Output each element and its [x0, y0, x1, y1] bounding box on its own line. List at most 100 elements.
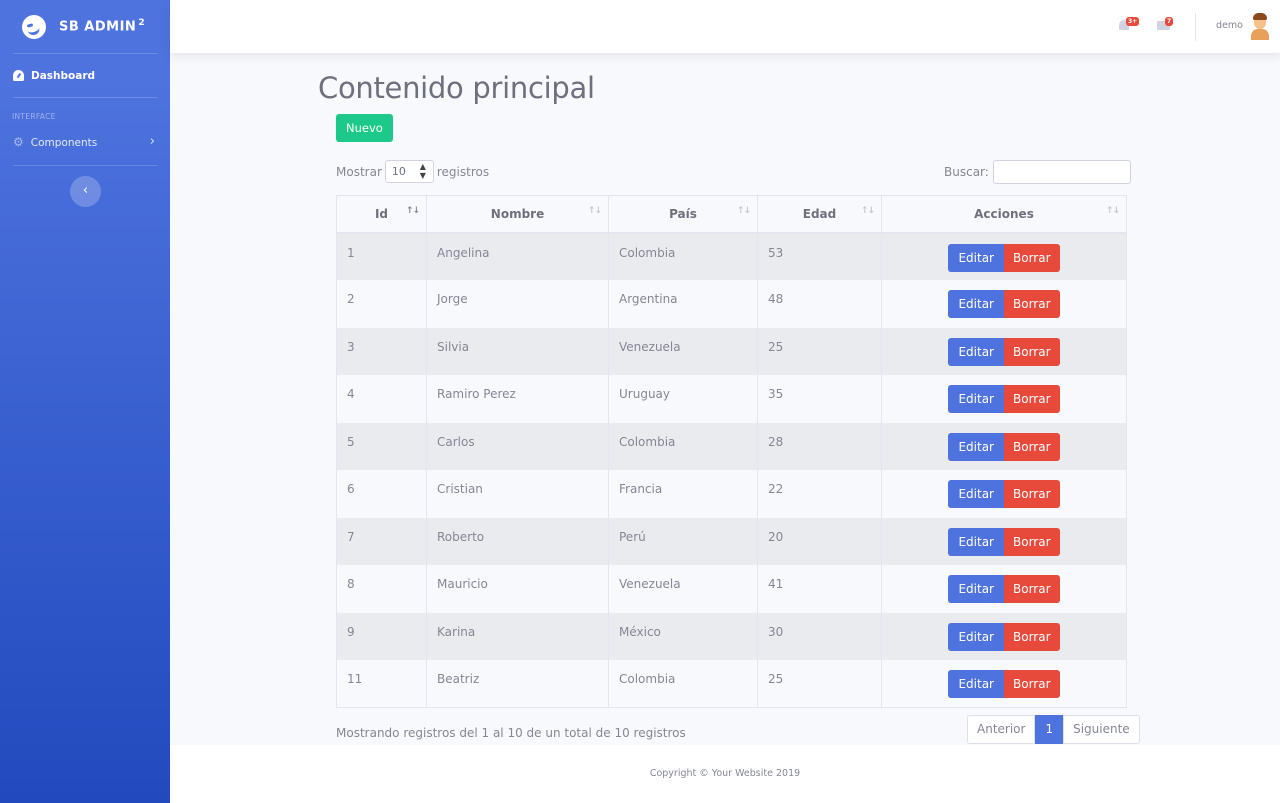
delete-button[interactable]: Borrar: [1004, 480, 1060, 508]
table-row: 5 Carlos Colombia 28 Editar Borrar: [336, 422, 1127, 470]
avatar[interactable]: [1250, 13, 1270, 40]
length-prefix: Mostrar: [336, 164, 382, 179]
table-row: 4 Ramiro Perez Uruguay 35 Editar Borrar: [336, 375, 1127, 423]
sidebar-item-dashboard[interactable]: Dashboard: [0, 54, 170, 97]
table-row: 8 Mauricio Venezuela 41 Editar Borrar: [336, 565, 1127, 613]
sort-icon: ↑↓: [860, 206, 875, 216]
delete-button[interactable]: Borrar: [1004, 622, 1060, 651]
action-buttons: Editar Borrar: [948, 670, 1060, 698]
length-suffix: registros: [436, 164, 490, 179]
cell-nombre: Jorge: [426, 280, 609, 328]
page-title: Contenido principal: [318, 71, 595, 105]
table-row: 1 Angelina Colombia 53 Editar Borrar: [336, 232, 1127, 280]
column-header-nombre[interactable]: Nombre ↑↓: [426, 195, 609, 234]
cell-actions: Editar Borrar: [881, 565, 1127, 613]
cell-edad: 30: [757, 612, 882, 660]
sidebar-brand[interactable]: SB ADMIN 2: [0, 0, 170, 53]
tachometer-icon: [13, 70, 24, 81]
edit-button[interactable]: Editar: [948, 622, 1004, 651]
cell-id: 6: [336, 470, 427, 518]
cell-nombre: Silvia: [426, 327, 609, 375]
messages-dropdown[interactable]: 7: [1157, 17, 1174, 32]
edit-button[interactable]: Editar: [948, 337, 1004, 366]
column-header-edad[interactable]: Edad ↑↓: [757, 195, 882, 234]
cell-edad: 35: [757, 375, 882, 423]
delete-button[interactable]: Borrar: [1004, 432, 1060, 461]
sidebar-heading: INTERFACE: [12, 112, 56, 121]
delete-button[interactable]: Borrar: [1004, 290, 1060, 318]
cell-actions: Editar Borrar: [881, 327, 1127, 375]
edit-button[interactable]: Editar: [948, 480, 1004, 508]
sidebar-toggle-button[interactable]: ‹: [70, 176, 101, 207]
copyright-text: Copyright © Your Website 2019: [649, 768, 801, 779]
brand-sup: 2: [138, 18, 146, 29]
sidebar-item-components[interactable]: ⚙ Components ›: [0, 120, 170, 165]
pagination-next[interactable]: Siguiente: [1063, 715, 1140, 744]
cell-actions: Editar Borrar: [881, 375, 1127, 423]
edit-button[interactable]: Editar: [948, 385, 1004, 413]
laugh-wink-icon: [22, 14, 46, 39]
cell-nombre: Roberto: [426, 517, 609, 565]
topbar: 3+ 7 demo: [170, 0, 1280, 53]
delete-button[interactable]: Borrar: [1004, 385, 1060, 413]
search-input[interactable]: [992, 160, 1131, 184]
delete-button[interactable]: Borrar: [1004, 527, 1060, 556]
column-header-pais[interactable]: País ↑↓: [608, 195, 758, 234]
action-buttons: Editar Borrar: [948, 385, 1060, 413]
search-label: Buscar:: [944, 165, 989, 179]
column-header-id[interactable]: Id ↑↓: [336, 195, 427, 234]
cell-nombre: Ramiro Perez: [426, 375, 609, 423]
table-row: 6 Cristian Francia 22 Editar Borrar: [336, 470, 1127, 518]
edit-button[interactable]: Editar: [948, 527, 1004, 556]
cell-actions: Editar Borrar: [881, 470, 1127, 518]
delete-button[interactable]: Borrar: [1004, 670, 1060, 698]
footer: Copyright © Your Website 2019: [170, 745, 1280, 803]
cell-pais: Colombia: [608, 660, 758, 708]
cell-id: 9: [336, 612, 427, 660]
user-name[interactable]: demo: [1216, 20, 1243, 31]
cell-pais: Perú: [608, 517, 758, 565]
action-buttons: Editar Borrar: [948, 290, 1060, 318]
cell-edad: 48: [757, 280, 882, 328]
sort-icon: ↑↓: [1105, 206, 1120, 216]
alerts-dropdown[interactable]: 3+: [1118, 17, 1140, 32]
new-button[interactable]: Nuevo: [336, 114, 393, 142]
cell-id: 7: [336, 517, 427, 565]
cell-id: 2: [336, 280, 427, 328]
cell-edad: 41: [757, 565, 882, 613]
topbar-divider: [1195, 13, 1196, 41]
cell-id: 8: [336, 565, 427, 613]
delete-button[interactable]: Borrar: [1004, 337, 1060, 366]
table-row: 3 Silvia Venezuela 25 Editar Borrar: [336, 327, 1127, 375]
action-buttons: Editar Borrar: [948, 622, 1060, 651]
sort-icon: ↑↓: [405, 206, 420, 216]
sort-icon: ↑↓: [736, 206, 751, 216]
messages-badge: 7: [1165, 17, 1174, 26]
pagination-previous[interactable]: Anterior: [967, 715, 1036, 744]
cell-nombre: Angelina: [426, 232, 609, 280]
table-row: 11 Beatriz Colombia 25 Editar Borrar: [336, 660, 1127, 708]
cell-pais: México: [608, 612, 758, 660]
edit-button[interactable]: Editar: [948, 243, 1004, 272]
edit-button[interactable]: Editar: [948, 670, 1004, 698]
pagination-page-1[interactable]: 1: [1035, 715, 1064, 744]
table-row: 2 Jorge Argentina 48 Editar Borrar: [336, 280, 1127, 328]
delete-button[interactable]: Borrar: [1004, 243, 1060, 272]
cell-id: 4: [336, 375, 427, 423]
cell-id: 3: [336, 327, 427, 375]
sidebar: SB ADMIN 2 Dashboard INTERFACE ⚙ Componen…: [0, 0, 170, 803]
cell-actions: Editar Borrar: [881, 422, 1127, 470]
table-row: 7 Roberto Perú 20 Editar Borrar: [336, 517, 1127, 565]
cell-actions: Editar Borrar: [881, 517, 1127, 565]
cell-edad: 22: [757, 470, 882, 518]
length-select[interactable]: 10 ▲ ▼: [384, 160, 434, 183]
edit-button[interactable]: Editar: [948, 575, 1004, 603]
delete-button[interactable]: Borrar: [1004, 575, 1060, 603]
edit-button[interactable]: Editar: [948, 432, 1004, 461]
edit-button[interactable]: Editar: [948, 290, 1004, 318]
action-buttons: Editar Borrar: [948, 337, 1060, 366]
column-header-acciones[interactable]: Acciones ↑↓: [881, 195, 1127, 234]
length-control: Mostrar 10 ▲ ▼ registros: [336, 160, 489, 183]
cell-nombre: Mauricio: [426, 565, 609, 613]
action-buttons: Editar Borrar: [948, 480, 1060, 508]
